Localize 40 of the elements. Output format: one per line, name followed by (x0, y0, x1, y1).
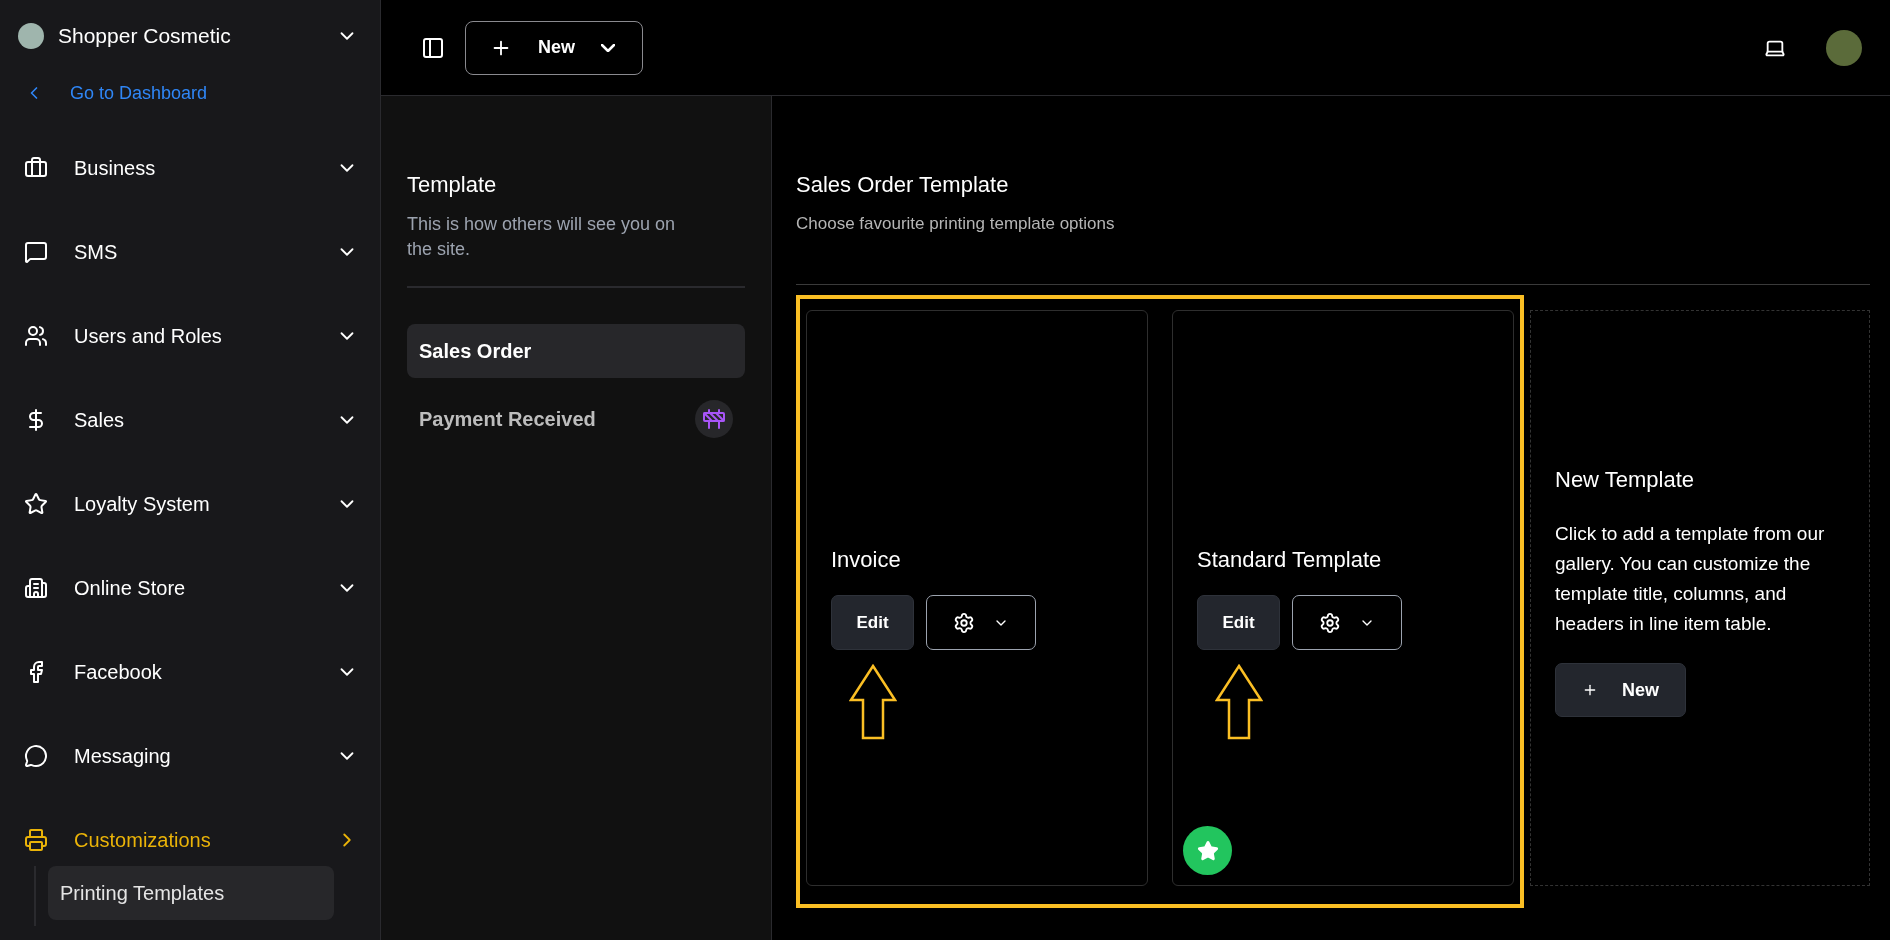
org-name: Shopper Cosmetic (58, 24, 232, 48)
edit-button[interactable]: Edit (831, 595, 914, 650)
template-name: Invoice (831, 547, 902, 573)
panel-description: This is how others will see you on the site. (407, 212, 745, 288)
settings-icon (1319, 611, 1341, 634)
nav-item[interactable]: Online Store (0, 558, 380, 618)
back-link[interactable]: Go to Dashboard (70, 82, 208, 104)
template-type-item[interactable]: Sales Order (407, 324, 745, 378)
nav-subitem[interactable]: Printing Templates (48, 866, 334, 920)
printer-icon (24, 828, 48, 852)
nav-item[interactable]: SMS (0, 222, 380, 282)
edit-button[interactable]: Edit (1197, 595, 1280, 650)
new-template-description: Click to add a template from our gallery. You can customize the template title, columns, and headers in line item table. (1555, 522, 1826, 636)
panel-title: Template (407, 172, 498, 198)
nav-item[interactable]: Loyalty System (0, 474, 380, 534)
new-template-title: New Template (1555, 467, 1695, 493)
nav-item[interactable]: Business (0, 138, 380, 198)
org-avatar (18, 23, 44, 49)
content-title: Sales Order Template (796, 172, 1010, 198)
nav-item[interactable]: Messaging (0, 726, 380, 786)
nav-item[interactable]: Sales (0, 390, 380, 450)
star-icon (24, 492, 48, 516)
settings-dropdown-button[interactable] (926, 595, 1036, 650)
template-type-item[interactable]: Payment Received (407, 392, 745, 446)
template-name: Standard Template (1197, 547, 1383, 573)
chevron-down-icon (601, 43, 615, 52)
content-subtitle: Choose favourite printing template options (796, 214, 1870, 285)
users-icon (24, 324, 48, 348)
settings-dropdown-button[interactable] (1292, 595, 1402, 650)
user-avatar[interactable] (1826, 29, 1862, 66)
settings-icon (953, 611, 975, 634)
sidebar-toggle-icon[interactable] (421, 35, 445, 60)
building-icon (24, 576, 48, 600)
nav-item[interactable]: Facebook (0, 642, 380, 702)
chat-bubble-icon (24, 240, 48, 264)
chat-bubble-icon (24, 744, 48, 768)
new-template-button[interactable]: New (1555, 663, 1686, 717)
briefcase-icon (24, 156, 48, 180)
nav-item[interactable]: Users and Roles (0, 306, 380, 366)
new-button[interactable]: New (465, 20, 643, 75)
